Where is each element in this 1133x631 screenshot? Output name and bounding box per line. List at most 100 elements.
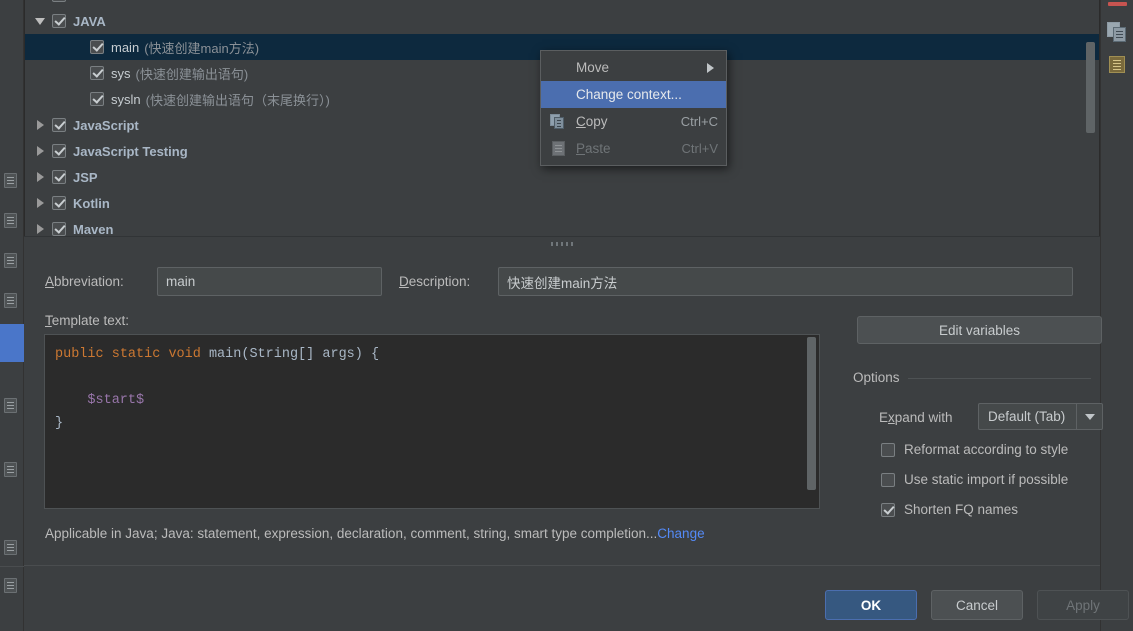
file-icon xyxy=(4,540,17,555)
dialog-footer: OK Cancel Apply xyxy=(24,566,1129,631)
tree-row-label: sys xyxy=(111,65,131,81)
chevron-right-icon[interactable] xyxy=(707,63,714,73)
tree-row-checkbox[interactable] xyxy=(90,92,104,106)
tree-row-checkbox[interactable] xyxy=(52,144,66,158)
tree-row-label: JSP xyxy=(73,169,98,185)
tree-row-checkbox[interactable] xyxy=(52,118,66,132)
tree-row-checkbox[interactable] xyxy=(52,222,66,236)
file-icon xyxy=(4,293,17,308)
live-templates-dialog: IterationsJAVAmain(快速创建main方法)sys(快速创建输出… xyxy=(24,0,1129,631)
chevron-right-icon[interactable] xyxy=(35,223,47,235)
menu-icon-placeholder xyxy=(549,86,569,104)
tree-scrollbar-thumb[interactable] xyxy=(1086,42,1095,133)
selected-file-band[interactable] xyxy=(0,324,24,362)
code-token: void xyxy=(168,347,201,362)
context-menu-item-move[interactable]: Move xyxy=(541,54,726,81)
template-details: Abbreviation: Description: Template text… xyxy=(24,250,1103,565)
paste-icon[interactable] xyxy=(1107,54,1128,75)
background-tool-strip xyxy=(0,0,24,631)
tree-row[interactable]: JAVA xyxy=(25,8,1099,34)
checkbox-use-static-import[interactable]: Use static import if possible xyxy=(881,472,1068,487)
chevron-right-icon[interactable] xyxy=(35,145,47,157)
file-icon xyxy=(4,398,17,413)
checkbox-label: Use static import if possible xyxy=(904,472,1069,487)
chevron-right-icon[interactable] xyxy=(35,119,47,131)
template-text-editor[interactable]: public static void main(String[] args) {… xyxy=(44,334,820,509)
chevron-down-icon[interactable] xyxy=(35,15,47,27)
context-menu-item-copy[interactable]: Copy Ctrl+C xyxy=(541,108,726,135)
tree-row-description: (快速创建main方法) xyxy=(144,40,260,56)
file-icon xyxy=(4,578,17,593)
context-menu-item-label: Paste xyxy=(576,141,611,156)
checkbox-reformat-according-to-style[interactable]: Reformat according to style xyxy=(881,442,1068,457)
tree-row-label: JavaScript Testing xyxy=(73,143,188,159)
splitter-grip[interactable] xyxy=(551,242,573,246)
tree-row-label: JavaScript xyxy=(73,117,139,133)
splitter[interactable] xyxy=(24,236,1100,250)
code-token: public xyxy=(55,347,104,362)
checkbox-box[interactable] xyxy=(881,502,895,517)
chevron-right-icon[interactable] xyxy=(35,0,47,1)
template-text-label: Template text: xyxy=(45,313,130,328)
tree-row[interactable]: Kotlin xyxy=(25,190,1099,216)
copy-icon[interactable] xyxy=(1107,22,1128,43)
ok-button[interactable]: OK xyxy=(825,590,917,620)
context-menu-item-label: Move xyxy=(576,60,610,75)
minus-icon[interactable] xyxy=(1108,2,1127,6)
context-menu-item-shortcut: Ctrl+V xyxy=(681,141,718,156)
tree-row-checkbox[interactable] xyxy=(52,170,66,184)
abbreviation-label: Abbreviation: xyxy=(45,274,124,289)
tree-row-label: Iterations xyxy=(73,0,132,3)
tree-row-checkbox[interactable] xyxy=(90,40,104,54)
tree-row-label: Kotlin xyxy=(73,195,110,211)
chevron-down-icon[interactable] xyxy=(1076,404,1102,429)
tree-row-label: main xyxy=(111,39,140,55)
context-menu-item-shortcut: Ctrl+C xyxy=(680,114,718,129)
context-menu[interactable]: Move Change context... Copy Ctrl+C Paste Ctrl… xyxy=(540,50,727,166)
code-token: static xyxy=(111,347,161,362)
context-menu-item-paste: Paste Ctrl+V xyxy=(541,135,726,162)
description-label: Description: xyxy=(399,274,471,289)
checkbox-box[interactable] xyxy=(881,442,895,457)
code-token: main(String[] args) { xyxy=(200,347,380,362)
checkbox-shorten-fq-names[interactable]: Shorten FQ names xyxy=(881,502,1018,517)
menu-icon-placeholder xyxy=(549,59,569,77)
context-menu-item-change-context[interactable]: Change context... xyxy=(541,81,726,108)
chevron-right-icon[interactable] xyxy=(35,197,47,209)
tree-row[interactable]: Maven xyxy=(25,216,1099,236)
tree-row-label: sysln xyxy=(111,91,141,107)
code-token: } xyxy=(55,416,64,431)
code-token: $start$ xyxy=(87,393,145,408)
tree-row[interactable]: Iterations xyxy=(25,0,1099,8)
file-icon xyxy=(4,462,17,477)
tree-row-label: Maven xyxy=(73,221,114,237)
cancel-button[interactable]: Cancel xyxy=(931,590,1023,620)
tree-row[interactable]: JSP xyxy=(25,164,1099,190)
applicable-context-text: Applicable in Java; Java: statement, exp… xyxy=(45,526,705,541)
tree-row-checkbox[interactable] xyxy=(52,0,66,2)
template-code[interactable]: public static void main(String[] args) {… xyxy=(45,335,819,443)
expand-with-dropdown[interactable]: Default (Tab) xyxy=(978,403,1103,430)
copy-icon xyxy=(549,113,569,131)
edit-variables-button[interactable]: Edit variables xyxy=(857,316,1102,344)
abbreviation-input[interactable] xyxy=(157,267,382,296)
checkbox-label: Shorten FQ names xyxy=(904,502,1019,517)
file-icon xyxy=(4,213,17,228)
tree-row-checkbox[interactable] xyxy=(90,66,104,80)
tree-row-description: (快速创建输出语句（末尾换行）) xyxy=(145,92,330,108)
options-group-title: Options xyxy=(853,370,908,385)
tree-row-description: (快速创建输出语句) xyxy=(135,66,249,82)
paste-icon xyxy=(549,140,569,158)
description-input[interactable] xyxy=(498,267,1073,296)
change-context-link[interactable]: Change xyxy=(657,526,704,541)
chevron-right-icon[interactable] xyxy=(35,171,47,183)
tree-row-checkbox[interactable] xyxy=(52,14,66,28)
editor-scrollbar-thumb[interactable] xyxy=(807,337,816,490)
checkbox-box[interactable] xyxy=(881,472,895,487)
context-menu-item-label: Change context... xyxy=(576,87,682,102)
applicable-label: Applicable in Java; Java: statement, exp… xyxy=(45,526,658,541)
apply-button[interactable]: Apply xyxy=(1037,590,1129,620)
tree-row-checkbox[interactable] xyxy=(52,196,66,210)
expand-with-value: Default (Tab) xyxy=(988,409,1066,424)
